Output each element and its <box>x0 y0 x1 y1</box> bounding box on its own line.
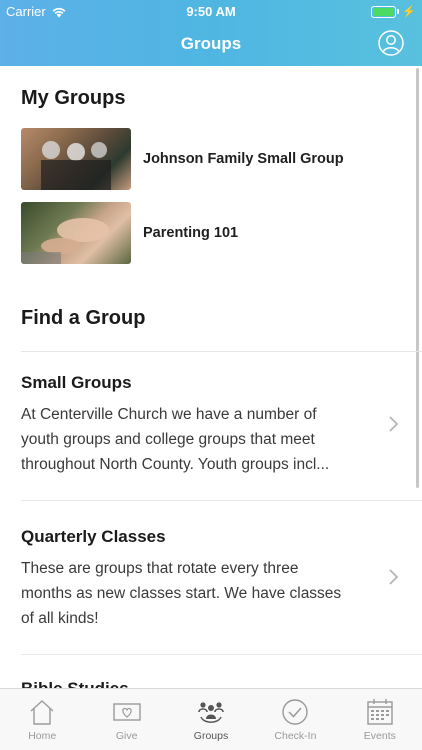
group-name: Parenting 101 <box>143 225 239 241</box>
battery-icon: ⚡ <box>371 5 416 18</box>
groups-icon <box>198 702 224 723</box>
tab-label: Events <box>363 730 396 742</box>
app-header: Carrier 9:50 AM ⚡ Groups <box>0 0 422 66</box>
divider <box>21 654 422 655</box>
scrollbar[interactable] <box>416 68 419 488</box>
tab-label: Groups <box>193 730 229 742</box>
calendar-icon <box>367 699 393 725</box>
clock: 9:50 AM <box>186 4 236 19</box>
home-icon <box>30 700 54 725</box>
groups-content[interactable]: My Groups Johnson Family Small Group Par… <box>0 66 422 688</box>
category-small-groups[interactable]: Small Groups At Centerville Church we ha… <box>21 373 381 477</box>
category-quarterly-classes[interactable]: Quarterly Classes These are groups that … <box>21 527 381 631</box>
category-description: At Centerville Church we have a number o… <box>21 406 330 473</box>
my-groups-heading: My Groups <box>21 87 126 109</box>
page-title: Groups <box>180 34 242 53</box>
tab-label: Give <box>115 730 138 742</box>
check-in-icon <box>282 699 309 725</box>
group-item-parenting[interactable]: Parenting 101 <box>21 202 238 264</box>
give-icon <box>112 703 141 721</box>
find-group-heading: Find a Group <box>21 307 146 329</box>
category-description: These are groups that rotate every three… <box>21 560 342 627</box>
tab-label: Check-In <box>274 730 317 742</box>
tab-label: Home <box>28 730 57 742</box>
tab-check-in[interactable]: Check-In <box>253 689 337 750</box>
tab-home[interactable]: Home <box>0 689 84 750</box>
chevron-right-icon[interactable] <box>388 415 400 433</box>
tab-bar: Home Give Groups Check-In Events <box>0 688 422 750</box>
group-name: Johnson Family Small Group <box>143 151 344 167</box>
status-bar: Carrier 9:50 AM ⚡ <box>0 0 422 22</box>
category-bible-studies[interactable]: Bible Studies <box>21 679 381 688</box>
group-thumbnail <box>21 202 131 264</box>
tab-give[interactable]: Give <box>84 689 168 750</box>
profile-icon[interactable] <box>378 30 404 56</box>
group-thumbnail <box>21 128 131 190</box>
divider <box>21 351 422 352</box>
category-title: Quarterly Classes <box>21 527 166 546</box>
chevron-right-icon[interactable] <box>388 568 400 586</box>
tab-groups[interactable]: Groups <box>169 689 253 750</box>
category-title: Bible Studies <box>21 679 381 688</box>
tab-events[interactable]: Events <box>338 689 422 750</box>
group-item-johnson[interactable]: Johnson Family Small Group <box>21 128 344 190</box>
divider <box>21 500 422 501</box>
category-title: Small Groups <box>21 373 132 392</box>
